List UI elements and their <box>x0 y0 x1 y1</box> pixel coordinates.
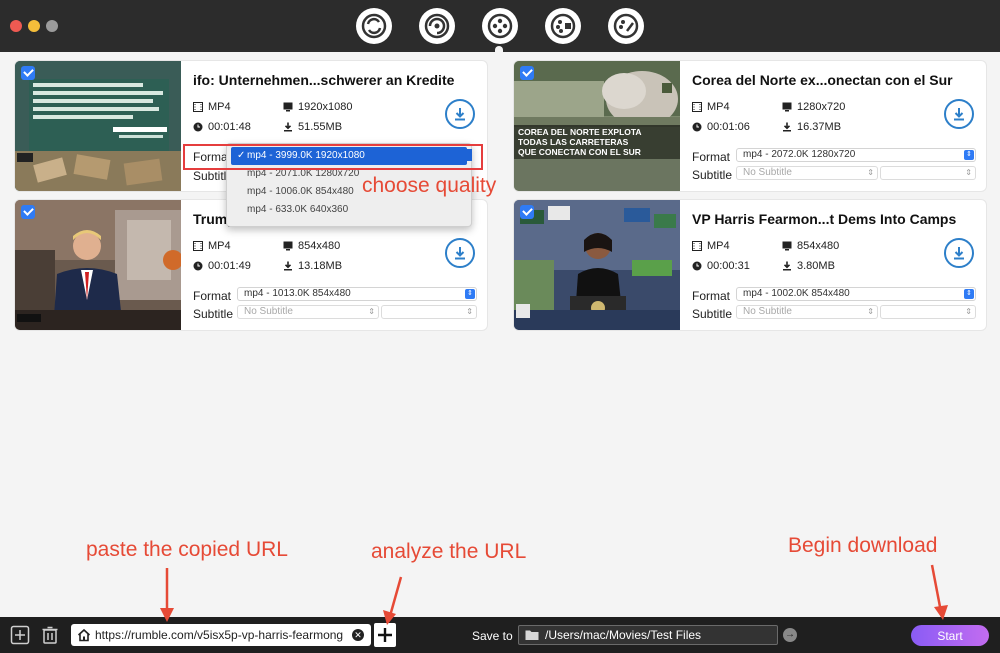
annotation-arrows <box>160 564 948 625</box>
